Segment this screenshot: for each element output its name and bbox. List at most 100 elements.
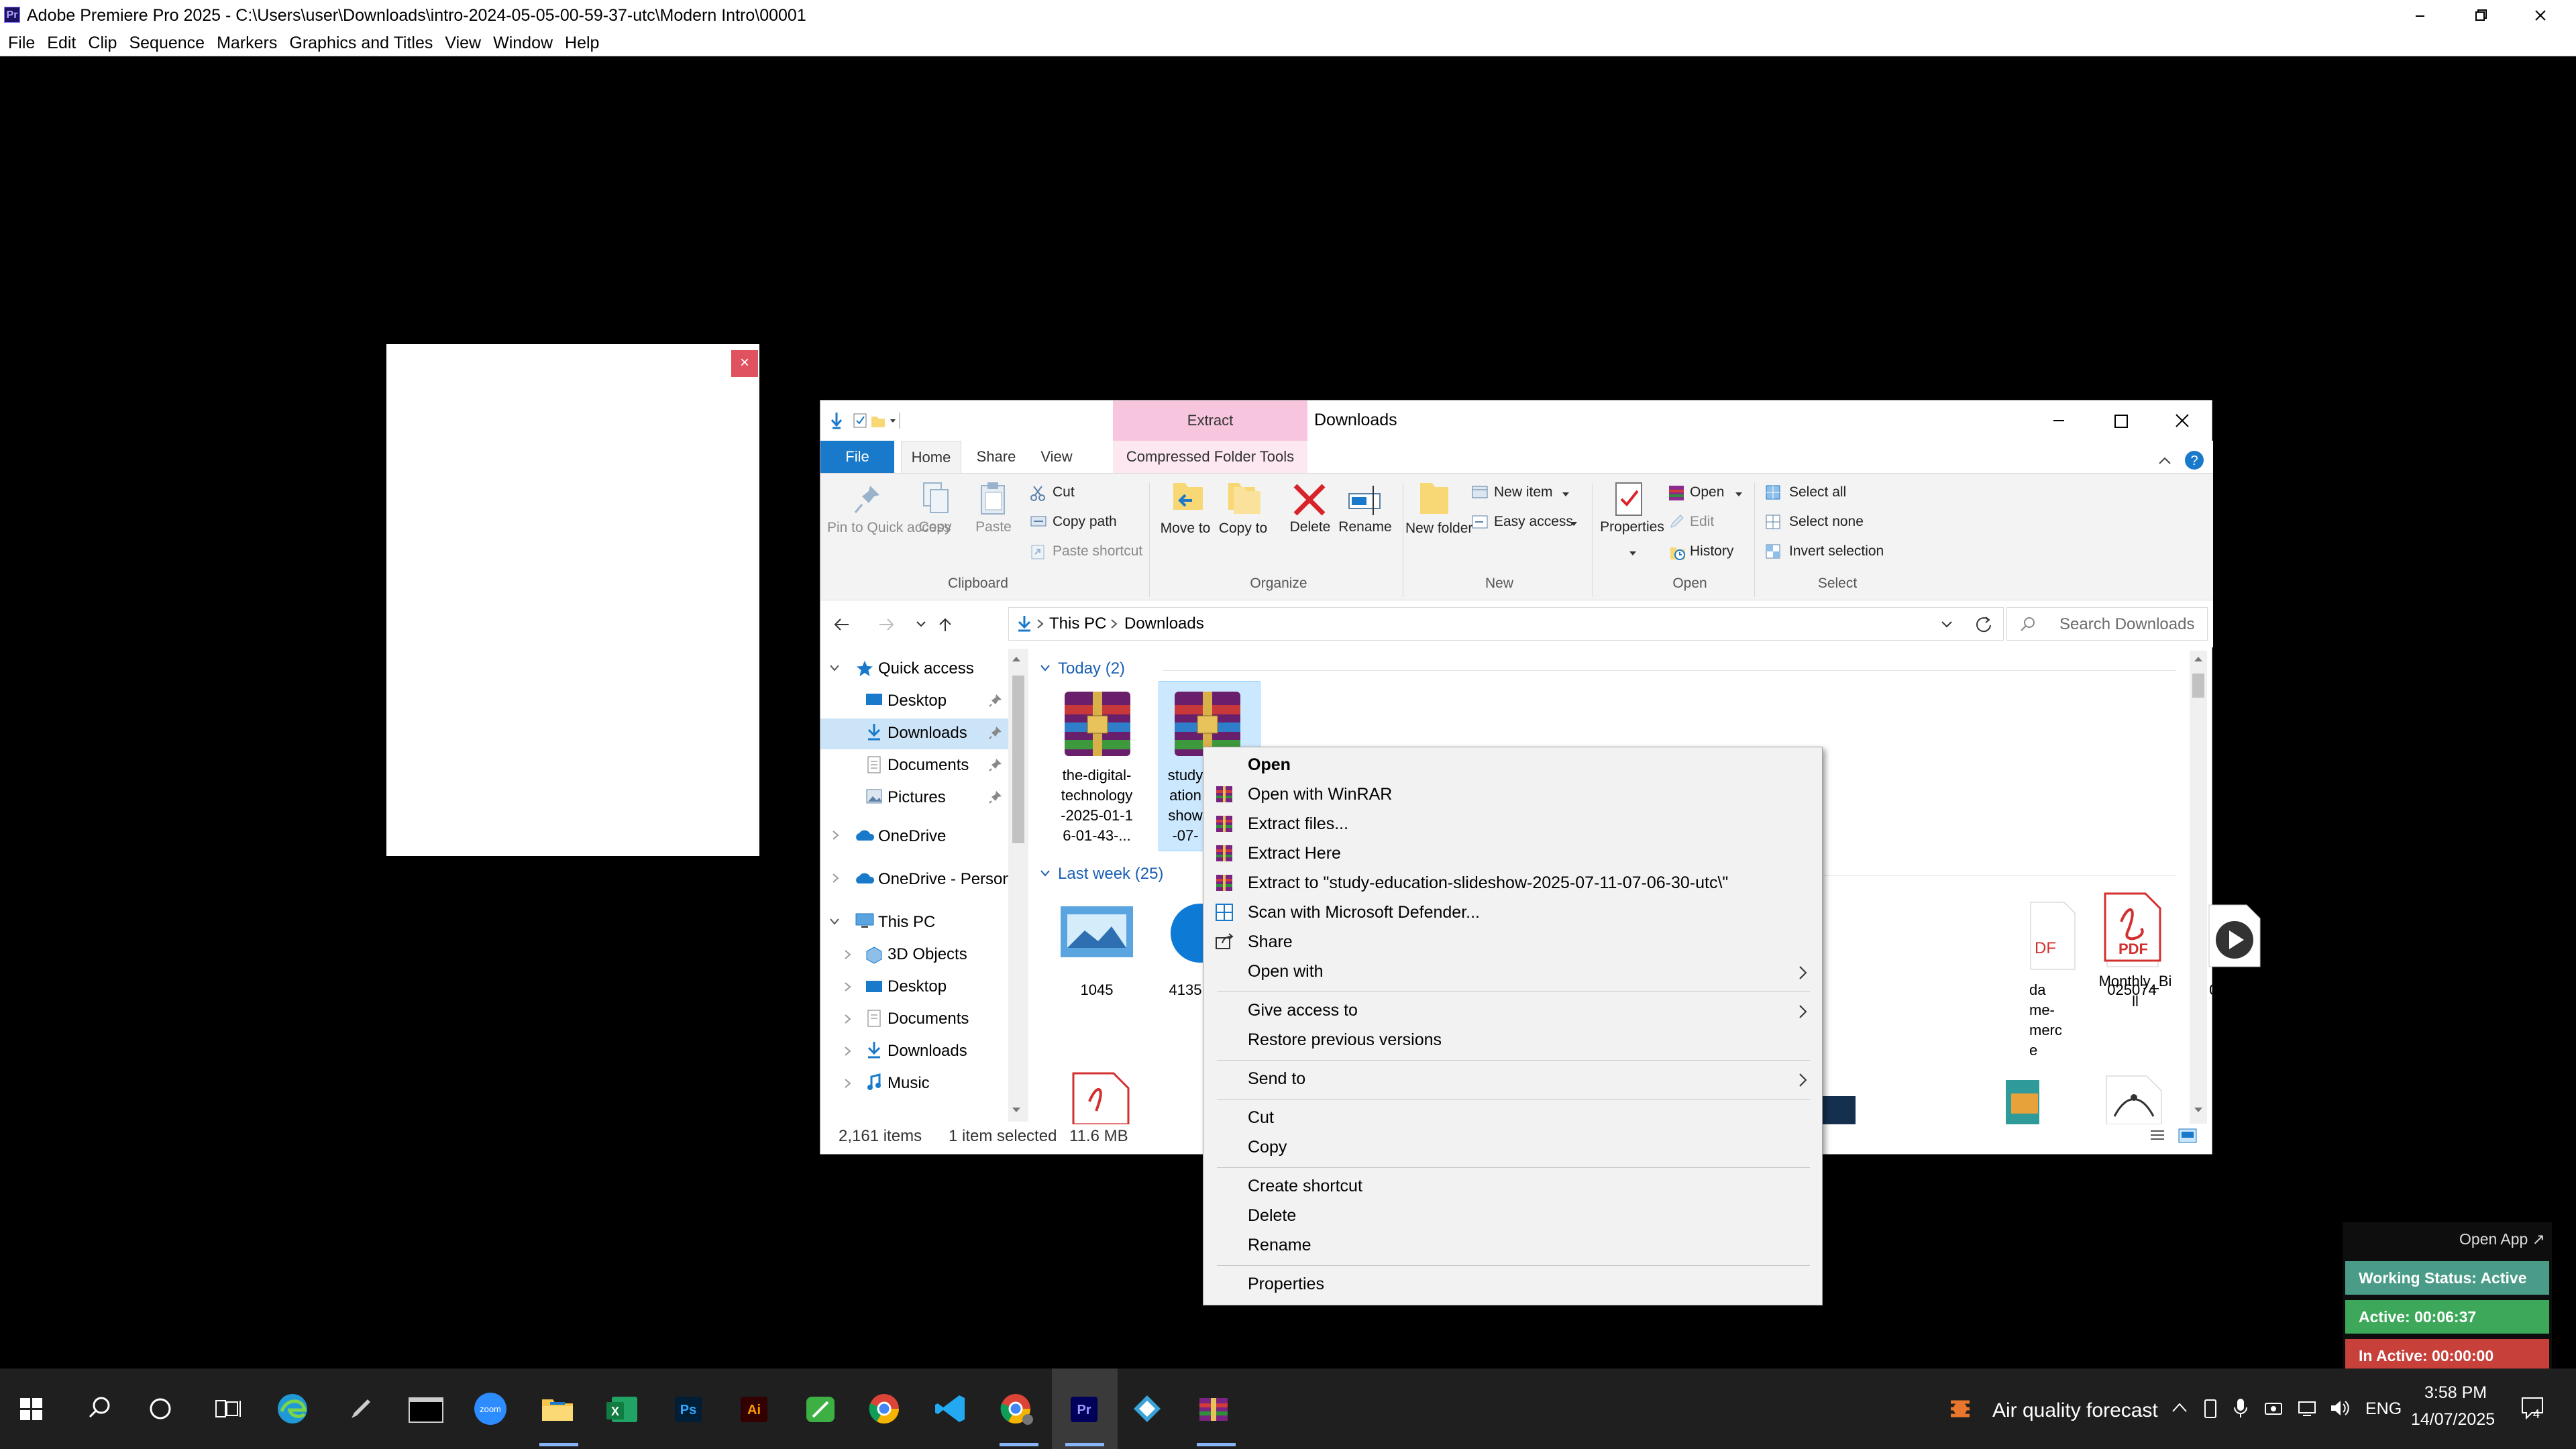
menu-item-give-access[interactable]: Give access to: [1248, 1001, 1358, 1020]
chevron-right-icon[interactable]: [843, 1078, 853, 1089]
menu-item-create-shortcut[interactable]: Create shortcut: [1248, 1177, 1362, 1196]
taskbar-green-app[interactable]: [789, 1368, 855, 1449]
explorer-maximize-button[interactable]: [2090, 400, 2151, 441]
air-quality-icon[interactable]: [1948, 1395, 1972, 1422]
dialog-close-button[interactable]: ×: [731, 350, 758, 377]
cut-button[interactable]: Cut: [1053, 484, 1075, 500]
cortana-button[interactable]: [131, 1368, 197, 1449]
history-button[interactable]: History: [1690, 543, 1733, 559]
nav-this-pc[interactable]: This PC: [878, 913, 935, 932]
nav-scroll-down-icon[interactable]: [1010, 1106, 1022, 1115]
menu-item-share[interactable]: Share: [1248, 932, 1293, 952]
explorer-close-button[interactable]: [2151, 400, 2213, 441]
breadcrumb-downloads[interactable]: Downloads: [1124, 614, 1204, 633]
refresh-icon[interactable]: [1974, 614, 1994, 635]
taskbar-illustrator[interactable]: Ai: [723, 1368, 789, 1449]
forward-arrow-icon[interactable]: [879, 619, 894, 631]
search-input[interactable]: Search Downloads: [2006, 607, 2208, 641]
clock-date[interactable]: 14/07/2025: [2411, 1410, 2495, 1430]
menu-item-extract-files[interactable]: Extract files...: [1248, 814, 1348, 834]
chevron-down-icon[interactable]: [1039, 869, 1051, 878]
network-icon[interactable]: [2297, 1398, 2318, 1418]
chevron-right-icon[interactable]: [831, 830, 841, 841]
quick-access-toolbar-icon[interactable]: [830, 410, 904, 431]
menu-help[interactable]: Help: [565, 32, 599, 53]
nav-quick-access[interactable]: Quick access: [878, 659, 974, 678]
chevron-down-icon[interactable]: [828, 917, 841, 926]
nav-documents[interactable]: Documents: [888, 756, 969, 775]
copy-path-button[interactable]: Copy path: [1053, 514, 1117, 530]
address-dropdown-icon[interactable]: [1940, 620, 1953, 629]
content-scrollbar-thumb[interactable]: [2192, 674, 2204, 698]
taskbar-zoom[interactable]: zoom: [460, 1368, 526, 1449]
delete-button[interactable]: Delete: [1283, 519, 1337, 535]
up-arrow-icon[interactable]: [939, 618, 951, 631]
menu-sequence[interactable]: Sequence: [129, 32, 205, 53]
nav-pc-downloads[interactable]: Downloads: [888, 1042, 967, 1061]
details-view-icon[interactable]: [2151, 1130, 2164, 1140]
nav-pc-documents[interactable]: Documents: [888, 1010, 969, 1028]
menu-item-copy[interactable]: Copy: [1248, 1138, 1287, 1157]
pin-icon[interactable]: [988, 693, 1003, 708]
image-thumbnail-icon[interactable]: [1999, 1073, 2046, 1124]
select-all-button[interactable]: Select all: [1789, 484, 1846, 500]
phone-icon[interactable]: [2202, 1398, 2219, 1419]
new-folder-button[interactable]: New folder: [1405, 519, 1472, 538]
vector-file-icon[interactable]: [2100, 1073, 2167, 1124]
start-button[interactable]: [0, 1368, 66, 1449]
winrar-archive-icon[interactable]: [1058, 688, 1137, 759]
tab-home[interactable]: Home: [901, 441, 961, 473]
nav-onedrive-personal[interactable]: OneDrive - Personal: [878, 870, 1024, 889]
menu-item-rename[interactable]: Rename: [1248, 1236, 1311, 1255]
chevron-down-icon[interactable]: [828, 663, 841, 673]
menu-file[interactable]: File: [8, 32, 35, 53]
chevron-right-icon[interactable]: [843, 949, 853, 960]
content-scrollbar[interactable]: [2190, 651, 2207, 1124]
new-item-button[interactable]: New item: [1494, 484, 1553, 500]
taskbar-chrome[interactable]: [855, 1368, 920, 1449]
tab-share[interactable]: Share: [969, 441, 1023, 473]
menu-graphics-and-titles[interactable]: Graphics and Titles: [289, 32, 433, 53]
collapse-ribbon-icon[interactable]: [2159, 457, 2171, 464]
pin-icon[interactable]: [988, 757, 1003, 772]
menu-clip[interactable]: Clip: [88, 32, 117, 53]
menu-item-cut[interactable]: Cut: [1248, 1108, 1274, 1128]
large-icons-view-icon[interactable]: [2178, 1128, 2197, 1143]
menu-item-delete[interactable]: Delete: [1248, 1206, 1296, 1226]
chevron-down-icon[interactable]: [1039, 663, 1051, 673]
restore-button[interactable]: [2450, 0, 2510, 32]
menu-item-send-to[interactable]: Send to: [1248, 1069, 1305, 1089]
menu-window[interactable]: Window: [493, 32, 553, 53]
input-language[interactable]: ENG: [2365, 1399, 2402, 1419]
tab-file[interactable]: File: [820, 441, 894, 473]
chevron-right-icon[interactable]: [843, 1014, 853, 1024]
task-view-button[interactable]: [197, 1368, 263, 1449]
copy-button[interactable]: Copy: [912, 519, 959, 535]
group-header-today[interactable]: Today (2): [1058, 659, 1125, 678]
taskbar-edge[interactable]: [263, 1368, 329, 1449]
recent-locations-chevron-icon[interactable]: [916, 621, 926, 627]
move-to-button[interactable]: Move to: [1159, 519, 1212, 538]
chevron-up-icon[interactable]: [2171, 1401, 2188, 1414]
menu-item-open-with[interactable]: Open with: [1248, 962, 1324, 981]
file-item-monthly-bill[interactable]: PDF Monthly_Bi ll: [2085, 891, 2186, 1018]
breadcrumb-this-pc[interactable]: This PC: [1049, 614, 1106, 633]
paste-button[interactable]: Paste: [968, 519, 1019, 535]
taskbar-photoshop[interactable]: Ps: [657, 1368, 723, 1449]
copy-to-button[interactable]: Copy to: [1216, 519, 1270, 538]
taskbar-chrome-profile[interactable]: [986, 1368, 1052, 1449]
properties-button[interactable]: Properties: [1599, 519, 1666, 535]
invert-selection-button[interactable]: Invert selection: [1789, 543, 1884, 559]
explorer-minimize-button[interactable]: [2028, 400, 2090, 441]
edit-button[interactable]: Edit: [1690, 514, 1714, 530]
menu-item-extract-to[interactable]: Extract to "study-education-slideshow-20…: [1248, 873, 1728, 893]
nav-3d-objects[interactable]: 3D Objects: [888, 945, 967, 964]
menu-item-restore-previous[interactable]: Restore previous versions: [1248, 1030, 1442, 1050]
minimize-button[interactable]: [2390, 0, 2450, 32]
pdf-file-icon[interactable]: DF: [2028, 900, 2082, 973]
image-thumbnail-icon[interactable]: [1058, 900, 1136, 964]
scroll-down-icon[interactable]: [2192, 1106, 2204, 1115]
pin-to-quick-access-button[interactable]: Pin to Quick access: [827, 519, 951, 537]
chevron-right-icon[interactable]: [843, 1046, 853, 1057]
chevron-right-icon[interactable]: [831, 873, 841, 883]
